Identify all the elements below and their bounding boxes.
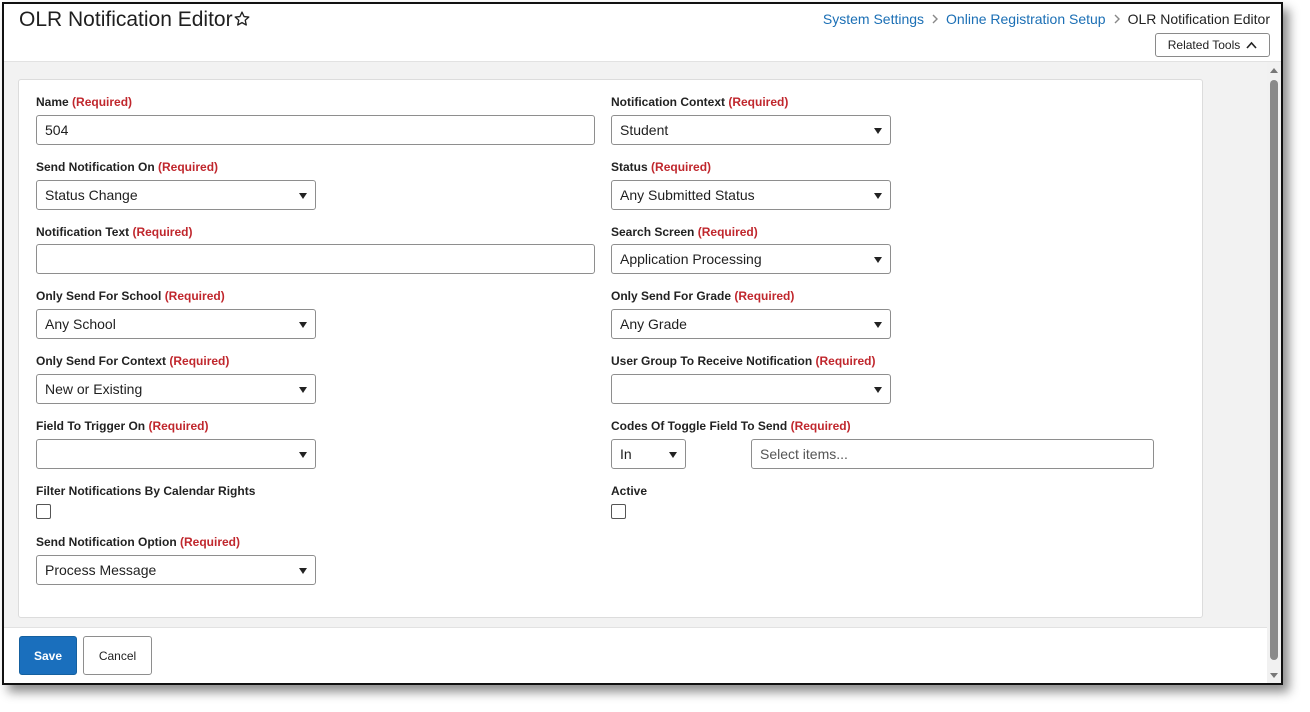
page-title: OLR Notification Editor [19, 8, 233, 31]
scroll-down-arrow-icon[interactable] [1270, 673, 1278, 678]
form-card: Name (Required) 504 Notification Context… [18, 79, 1203, 618]
caret-down-icon [874, 128, 882, 134]
filter-calendar-rights-label: Filter Notifications By Calendar Rights [36, 484, 256, 498]
notification-text-label: Notification Text (Required) [36, 225, 193, 239]
related-tools-label: Related Tools [1167, 38, 1241, 52]
caret-down-icon [299, 568, 307, 574]
vertical-scrollbar[interactable] [1267, 62, 1281, 683]
field-to-trigger-on-label: Field To Trigger On (Required) [36, 419, 209, 433]
search-screen-label: Search Screen (Required) [611, 225, 758, 239]
action-footer: Save Cancel [4, 627, 1267, 683]
caret-down-icon [299, 452, 307, 458]
page-header: OLR Notification Editor System Settings … [4, 4, 1281, 62]
codes-multiselect-input[interactable]: Select items... [751, 439, 1154, 469]
active-label: Active [611, 484, 648, 498]
caret-down-icon [299, 322, 307, 328]
codes-operator-select[interactable]: In [611, 439, 686, 469]
notification-text-input[interactable] [36, 244, 595, 274]
favorite-star-icon[interactable] [233, 10, 251, 28]
caret-down-icon [874, 322, 882, 328]
only-send-for-grade-label: Only Send For Grade (Required) [611, 289, 795, 303]
breadcrumb: System Settings Online Registration Setu… [823, 11, 1270, 27]
send-notification-on-select[interactable]: Status Change [36, 180, 316, 210]
filter-calendar-rights-checkbox[interactable] [36, 504, 51, 519]
notification-context-label: Notification Context (Required) [611, 95, 789, 109]
status-label: Status (Required) [611, 160, 712, 174]
content-area: Name (Required) 504 Notification Context… [4, 62, 1267, 627]
breadcrumb-system-settings[interactable]: System Settings [823, 11, 924, 27]
only-send-for-school-select[interactable]: Any School [36, 309, 316, 339]
caret-down-icon [299, 387, 307, 393]
only-send-for-context-select[interactable]: New or Existing [36, 374, 316, 404]
name-input[interactable]: 504 [36, 115, 595, 145]
scrollbar-thumb[interactable] [1270, 80, 1278, 660]
chevron-right-icon [1114, 14, 1120, 24]
field-to-trigger-on-select[interactable] [36, 439, 316, 469]
breadcrumb-current: OLR Notification Editor [1127, 11, 1270, 27]
search-screen-select[interactable]: Application Processing [611, 244, 891, 274]
chevron-up-icon [1246, 41, 1257, 49]
only-send-for-school-label: Only Send For School (Required) [36, 289, 225, 303]
active-checkbox[interactable] [611, 504, 626, 519]
name-label: Name (Required) [36, 95, 133, 109]
related-tools-button[interactable]: Related Tools [1155, 33, 1270, 57]
cancel-button[interactable]: Cancel [83, 636, 152, 675]
send-notification-option-label: Send Notification Option (Required) [36, 535, 240, 549]
app-window: OLR Notification Editor System Settings … [2, 2, 1283, 685]
user-group-label: User Group To Receive Notification (Requ… [611, 354, 876, 368]
send-notification-on-label: Send Notification On (Required) [36, 160, 219, 174]
caret-down-icon [874, 387, 882, 393]
chevron-right-icon [932, 14, 939, 24]
caret-down-icon [874, 193, 882, 199]
caret-down-icon [669, 452, 677, 458]
scroll-up-arrow-icon[interactable] [1270, 68, 1278, 73]
only-send-for-context-label: Only Send For Context (Required) [36, 354, 230, 368]
breadcrumb-online-registration-setup[interactable]: Online Registration Setup [946, 11, 1106, 27]
only-send-for-grade-select[interactable]: Any Grade [611, 309, 891, 339]
caret-down-icon [874, 257, 882, 263]
caret-down-icon [299, 193, 307, 199]
user-group-select[interactable] [611, 374, 891, 404]
status-select[interactable]: Any Submitted Status [611, 180, 891, 210]
codes-of-toggle-label: Codes Of Toggle Field To Send (Required) [611, 419, 851, 433]
send-notification-option-select[interactable]: Process Message [36, 555, 316, 585]
notification-context-select[interactable]: Student [611, 115, 891, 145]
save-button[interactable]: Save [19, 636, 77, 675]
